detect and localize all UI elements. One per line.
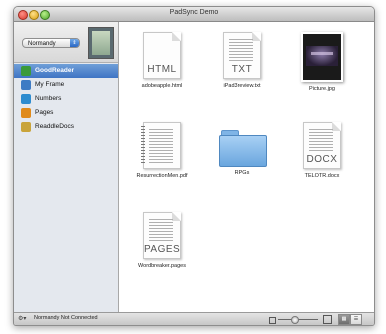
txt-file-icon: TXT xyxy=(223,32,261,79)
icon-view-button[interactable]: ▦ xyxy=(338,314,350,325)
app-window: PadSync Demo Normandy ⇕ GoodReader My Fr… xyxy=(13,6,375,326)
file-name: Picture.jpg xyxy=(309,86,335,92)
file-name: Wordbreaker.pages xyxy=(138,263,186,269)
folder-name: RPGs xyxy=(234,170,250,176)
folder-icon xyxy=(219,130,267,167)
sidebar-item-pages[interactable]: Pages xyxy=(14,106,118,120)
goodreader-icon xyxy=(21,66,31,76)
file-extension-label: PAGES xyxy=(144,244,181,255)
file-name: TELOTR.docx xyxy=(304,173,340,179)
title-bar: PadSync Demo xyxy=(14,7,374,22)
file-extension-label: HTML xyxy=(147,64,177,75)
window-title: PadSync Demo xyxy=(169,9,219,16)
sidebar: Normandy ⇕ GoodReader My Frame Numbers P… xyxy=(14,22,119,312)
device-select[interactable]: Normandy ⇕ xyxy=(22,38,80,48)
sidebar-item-readdledocs[interactable]: ReaddleDocs xyxy=(14,120,118,134)
sidebar-item-goodreader[interactable]: GoodReader xyxy=(14,64,118,78)
zoom-small-icon xyxy=(269,317,276,324)
file-item[interactable]: HTML adobeapple.html xyxy=(130,32,194,89)
pages-icon xyxy=(21,108,31,118)
chevron-updown-icon: ⇕ xyxy=(70,39,79,47)
file-extension-label: TXT xyxy=(231,64,253,75)
numbers-icon xyxy=(21,94,31,104)
status-bar: ⚙▾ Normandy Not Connected ▦ ☰ xyxy=(14,312,374,325)
sidebar-item-my-frame[interactable]: My Frame xyxy=(14,78,118,92)
sidebar-item-label: GoodReader xyxy=(35,67,75,74)
sidebar-item-label: Numbers xyxy=(35,95,62,102)
list-view-button[interactable]: ☰ xyxy=(350,314,362,325)
pdf-file-icon xyxy=(141,122,181,169)
file-item[interactable]: ResurrectionMen.pdf xyxy=(130,122,194,179)
sidebar-item-label: My Frame xyxy=(35,81,65,88)
file-name: adobeapple.html xyxy=(141,83,183,89)
file-item[interactable]: TXT iPad3review.txt xyxy=(210,32,274,89)
zoom-slider-handle[interactable] xyxy=(291,316,299,324)
sidebar-item-numbers[interactable]: Numbers xyxy=(14,92,118,106)
myframe-icon xyxy=(21,80,31,90)
file-item[interactable]: DOCX TELOTR.docx xyxy=(290,122,354,179)
device-select-label: Normandy xyxy=(28,41,56,47)
file-item[interactable]: PAGES Wordbreaker.pages xyxy=(130,212,194,269)
zoom-large-icon xyxy=(323,315,332,324)
pages-file-icon: PAGES xyxy=(143,212,181,259)
file-extension-label: DOCX xyxy=(306,154,338,165)
sidebar-item-label: Pages xyxy=(35,109,54,116)
connection-status: Normandy Not Connected xyxy=(34,315,98,321)
docx-file-icon: DOCX xyxy=(303,122,341,169)
sidebar-item-label: ReaddleDocs xyxy=(35,123,75,130)
gear-icon[interactable]: ⚙▾ xyxy=(18,315,32,323)
device-bar: Normandy ⇕ xyxy=(14,22,118,63)
file-item[interactable]: Picture.jpg xyxy=(290,32,354,92)
image-thumbnail-icon xyxy=(301,32,343,82)
folder-item[interactable]: RPGs xyxy=(210,122,274,176)
readdledocs-icon xyxy=(21,122,31,132)
file-name: ResurrectionMen.pdf xyxy=(136,173,188,179)
file-browser: HTML adobeapple.html TXT iPad3review.txt… xyxy=(119,22,374,312)
html-file-icon: HTML xyxy=(143,32,181,79)
file-name: iPad3review.txt xyxy=(223,83,261,89)
ipad-device-icon xyxy=(88,27,114,59)
